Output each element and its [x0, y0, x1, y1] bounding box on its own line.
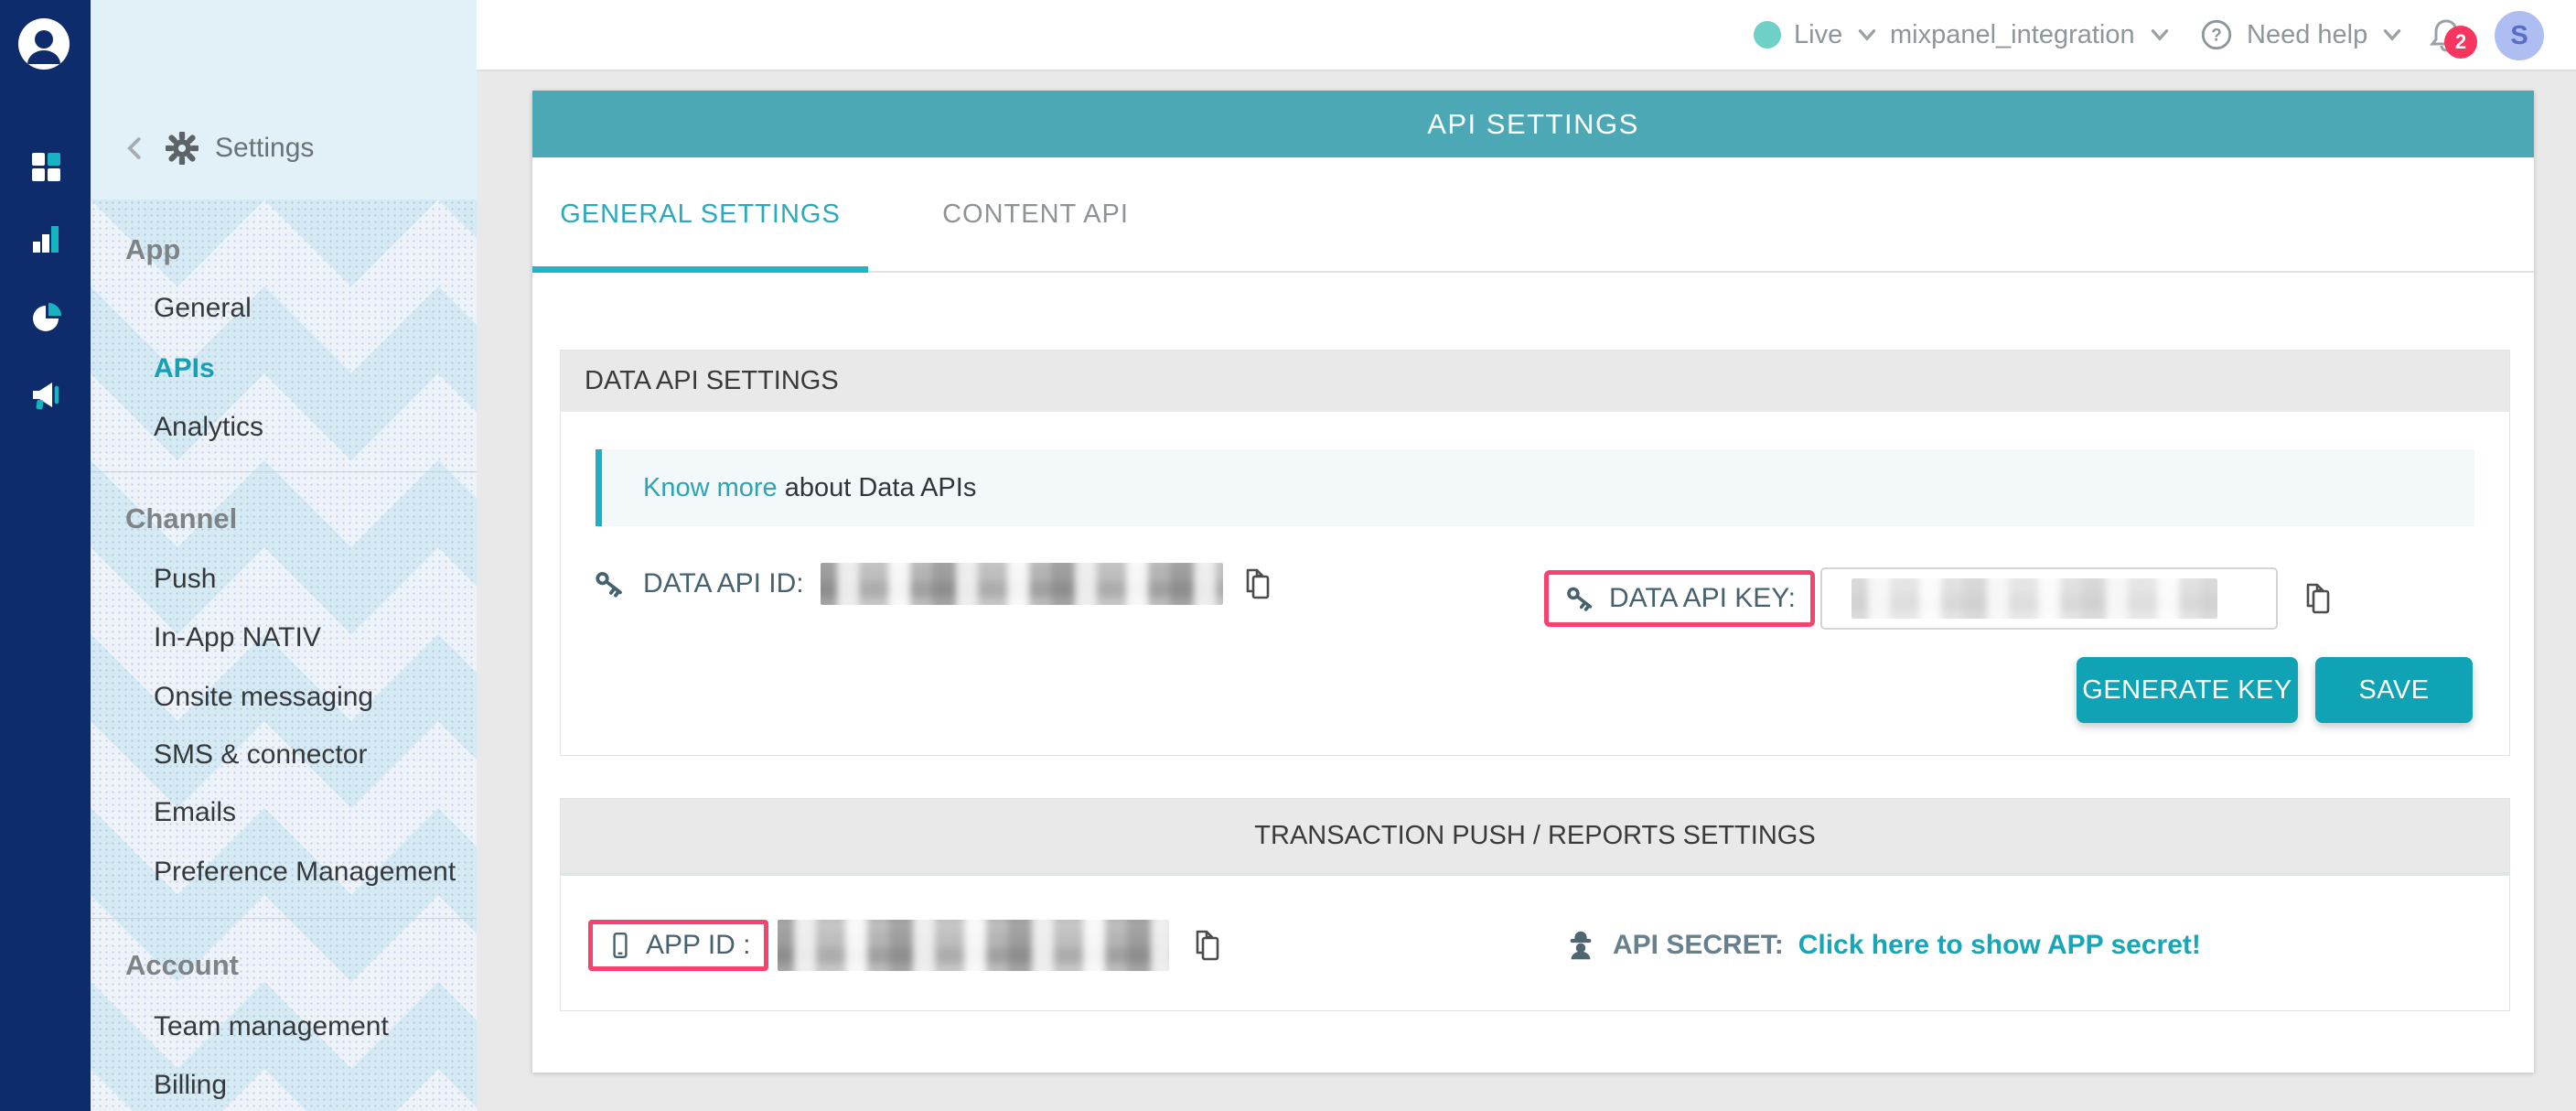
environment-dropdown[interactable]: Live — [1754, 0, 1879, 70]
data-api-key-label: DATA API KEY: — [1609, 583, 1796, 614]
copy-icon[interactable] — [1189, 927, 1226, 964]
notification-badge: 2 — [2444, 26, 2477, 59]
copy-icon[interactable] — [1240, 566, 1276, 602]
data-api-key-highlight-box: DATA API KEY: — [1544, 570, 1815, 627]
topbar: Live mixpanel_integration ? Need help 2 … — [477, 0, 2576, 71]
data-api-id-label: DATA API ID: — [643, 568, 804, 599]
button-row: GENERATE KEY SAVE — [2077, 657, 2473, 723]
phone-icon — [606, 931, 635, 960]
svg-text:?: ? — [2211, 27, 2222, 46]
app-id-row: APP ID : — [588, 909, 1226, 982]
nav-rail — [0, 0, 91, 1111]
sidebar-section-channel: Channel — [125, 499, 237, 539]
sidebar-title: Settings — [215, 133, 314, 164]
back-chevron-icon[interactable] — [122, 135, 149, 162]
need-help-dropdown[interactable]: ? Need help — [2199, 0, 2404, 70]
sidebar-item-emails[interactable]: Emails — [154, 793, 236, 833]
segments-pie-icon[interactable] — [27, 300, 64, 337]
settings-sidebar: Settings App General APIs Analytics Chan… — [91, 0, 477, 1111]
sidebar-divider — [91, 471, 477, 472]
key-icon — [1563, 582, 1596, 615]
transaction-push-header: TRANSACTION PUSH / REPORTS SETTINGS — [561, 799, 2509, 876]
data-api-key-row: DATA API KEY: — [1544, 568, 2336, 629]
know-more-banner: Know more about Data APIs — [596, 449, 2474, 526]
sidebar-header: Settings — [91, 0, 477, 200]
project-name: mixpanel_integration — [1890, 20, 2135, 50]
sidebar-item-general[interactable]: General — [154, 288, 252, 329]
help-question-icon: ? — [2199, 17, 2234, 52]
know-more-text: about Data APIs — [778, 473, 977, 502]
sidebar-divider — [91, 918, 477, 919]
data-api-key-input[interactable] — [1820, 567, 2278, 630]
sidebar-section-app: App — [125, 230, 180, 270]
tab-general-settings[interactable]: GENERAL SETTINGS — [532, 157, 868, 271]
campaigns-megaphone-icon[interactable] — [27, 377, 64, 414]
data-api-settings-section: DATA API SETTINGS Know more about Data A… — [560, 350, 2510, 756]
copy-icon[interactable] — [2300, 580, 2336, 617]
chevron-down-icon — [2148, 23, 2172, 47]
save-button[interactable]: SAVE — [2315, 657, 2473, 723]
data-api-key-value-redacted — [1852, 578, 2217, 619]
gear-icon — [166, 132, 199, 165]
avatar[interactable]: S — [2495, 11, 2544, 60]
main-content-area: API SETTINGS GENERAL SETTINGS CONTENT AP… — [477, 71, 2576, 1111]
app-id-label: APP ID : — [646, 930, 751, 961]
app-id-value-redacted — [778, 920, 1169, 971]
chevron-down-icon — [1855, 23, 1879, 47]
generate-key-button[interactable]: GENERATE KEY — [2077, 657, 2298, 723]
project-dropdown[interactable]: mixpanel_integration — [1890, 0, 2172, 70]
tab-content-api[interactable]: CONTENT API — [926, 157, 1145, 271]
data-api-id-row: DATA API ID: — [592, 554, 1276, 614]
sidebar-item-billing[interactable]: Billing — [154, 1065, 227, 1106]
api-settings-card: API SETTINGS GENERAL SETTINGS CONTENT AP… — [532, 91, 2534, 1073]
dashboard-grid-icon[interactable] — [27, 148, 64, 185]
api-secret-row: API SECRET: Click here to show APP secre… — [1563, 909, 2201, 982]
app-id-highlight-box: APP ID : — [588, 920, 768, 971]
spy-icon — [1563, 928, 1598, 963]
sidebar-item-onsite-messaging[interactable]: Onsite messaging — [154, 677, 373, 717]
page-title: API SETTINGS — [532, 91, 2534, 157]
sidebar-item-push[interactable]: Push — [154, 559, 216, 599]
transaction-push-section: TRANSACTION PUSH / REPORTS SETTINGS APP … — [560, 798, 2510, 1011]
clevertap-logo-icon[interactable] — [18, 18, 70, 70]
know-more-link[interactable]: Know more — [643, 473, 778, 502]
show-app-secret-link[interactable]: Click here to show APP secret! — [1798, 930, 2201, 961]
sidebar-menu: App General APIs Analytics Channel Push … — [91, 200, 477, 1111]
api-secret-label: API SECRET: — [1613, 930, 1784, 961]
sidebar-item-apis[interactable]: APIs — [154, 349, 215, 389]
key-icon — [592, 566, 627, 601]
chevron-down-icon — [2380, 23, 2404, 47]
data-api-id-value-redacted — [821, 563, 1223, 605]
sidebar-item-inapp-nativ[interactable]: In-App NATIV — [154, 618, 321, 658]
sidebar-item-team-management[interactable]: Team management — [154, 1007, 389, 1047]
analytics-bars-icon[interactable] — [27, 221, 64, 258]
sidebar-item-preference-management[interactable]: Preference Management — [154, 852, 456, 892]
sidebar-item-analytics[interactable]: Analytics — [154, 407, 263, 448]
data-api-settings-header: DATA API SETTINGS — [561, 351, 2509, 412]
live-status-dot — [1754, 21, 1781, 49]
need-help-label: Need help — [2247, 20, 2367, 50]
tab-bar: GENERAL SETTINGS CONTENT API — [532, 157, 2534, 273]
notifications-bell[interactable]: 2 — [2426, 0, 2490, 70]
environment-label: Live — [1794, 20, 1842, 50]
sidebar-item-sms-connector[interactable]: SMS & connector — [154, 735, 367, 775]
sidebar-section-account: Account — [125, 945, 239, 986]
